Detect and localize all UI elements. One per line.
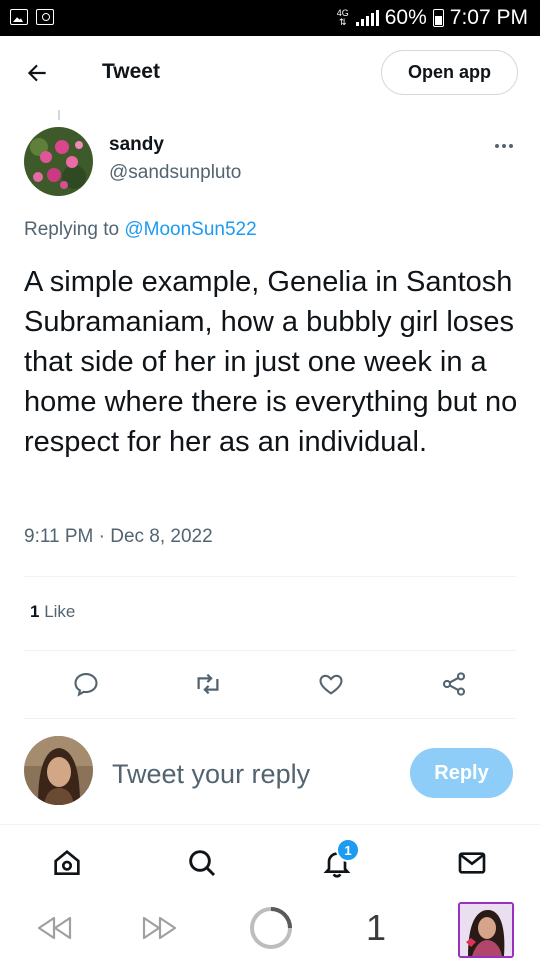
home-icon[interactable] — [49, 845, 85, 881]
replying-to: Replying to @MoonSun522 — [24, 219, 257, 241]
author-name[interactable]: sandy — [109, 134, 164, 156]
tab-switcher[interactable]: 1 — [356, 906, 396, 950]
tweet-text: A simple example, Genelia in Santosh Sub… — [24, 266, 518, 458]
thread-line — [58, 110, 60, 120]
author-avatar[interactable] — [24, 127, 93, 196]
tweet-actions — [0, 664, 540, 704]
reply-icon[interactable] — [66, 664, 106, 704]
browser-forward-icon[interactable] — [138, 906, 182, 950]
like-label: Like — [44, 602, 76, 621]
tweet-header: Tweet Open app — [0, 36, 540, 110]
retweet-icon[interactable] — [188, 664, 228, 704]
notification-badge: 1 — [336, 838, 360, 862]
page-title: Tweet — [102, 60, 160, 83]
divider — [24, 650, 516, 651]
more-options-icon[interactable] — [492, 138, 516, 154]
open-app-button[interactable]: Open app — [381, 50, 518, 95]
battery-percent: 60% — [384, 6, 427, 29]
status-bar: 4G ⇅ 60% 7:07 PM — [0, 0, 540, 36]
tab-thumbnail[interactable] — [458, 902, 514, 958]
loading-spinner-icon[interactable] — [248, 906, 294, 950]
search-icon[interactable] — [184, 845, 220, 881]
clock: 7:07 PM — [449, 6, 528, 29]
replying-prefix: Replying to — [24, 219, 120, 240]
tab-count: 1 — [365, 907, 387, 948]
reply-button[interactable]: Reply — [410, 748, 513, 798]
signal-icon — [355, 10, 379, 26]
reply-input[interactable] — [112, 752, 372, 796]
messages-mail-icon[interactable] — [454, 845, 490, 881]
like-heart-icon[interactable] — [311, 664, 351, 704]
camera-icon — [36, 9, 54, 25]
like-count-link[interactable]: 1 Like — [30, 602, 75, 622]
like-count: 1 — [30, 602, 40, 621]
browser-toolbar: 1 — [0, 896, 540, 960]
battery-icon — [432, 9, 444, 27]
tweet-timestamp[interactable]: 9:11 PM · Dec 8, 2022 — [24, 526, 213, 548]
browser-back-icon[interactable] — [32, 906, 76, 950]
gallery-icon — [10, 9, 28, 25]
share-icon[interactable] — [434, 664, 474, 704]
network-type: 4G ⇅ — [336, 8, 349, 27]
back-arrow-icon[interactable] — [24, 60, 50, 86]
divider — [24, 718, 516, 719]
replying-to-link[interactable]: @MoonSun522 — [124, 219, 256, 240]
status-notifications — [10, 9, 54, 25]
author-handle[interactable]: @sandsunpluto — [109, 162, 241, 184]
bottom-nav: 1 — [0, 824, 540, 896]
user-avatar[interactable] — [24, 736, 93, 805]
divider — [24, 576, 516, 577]
